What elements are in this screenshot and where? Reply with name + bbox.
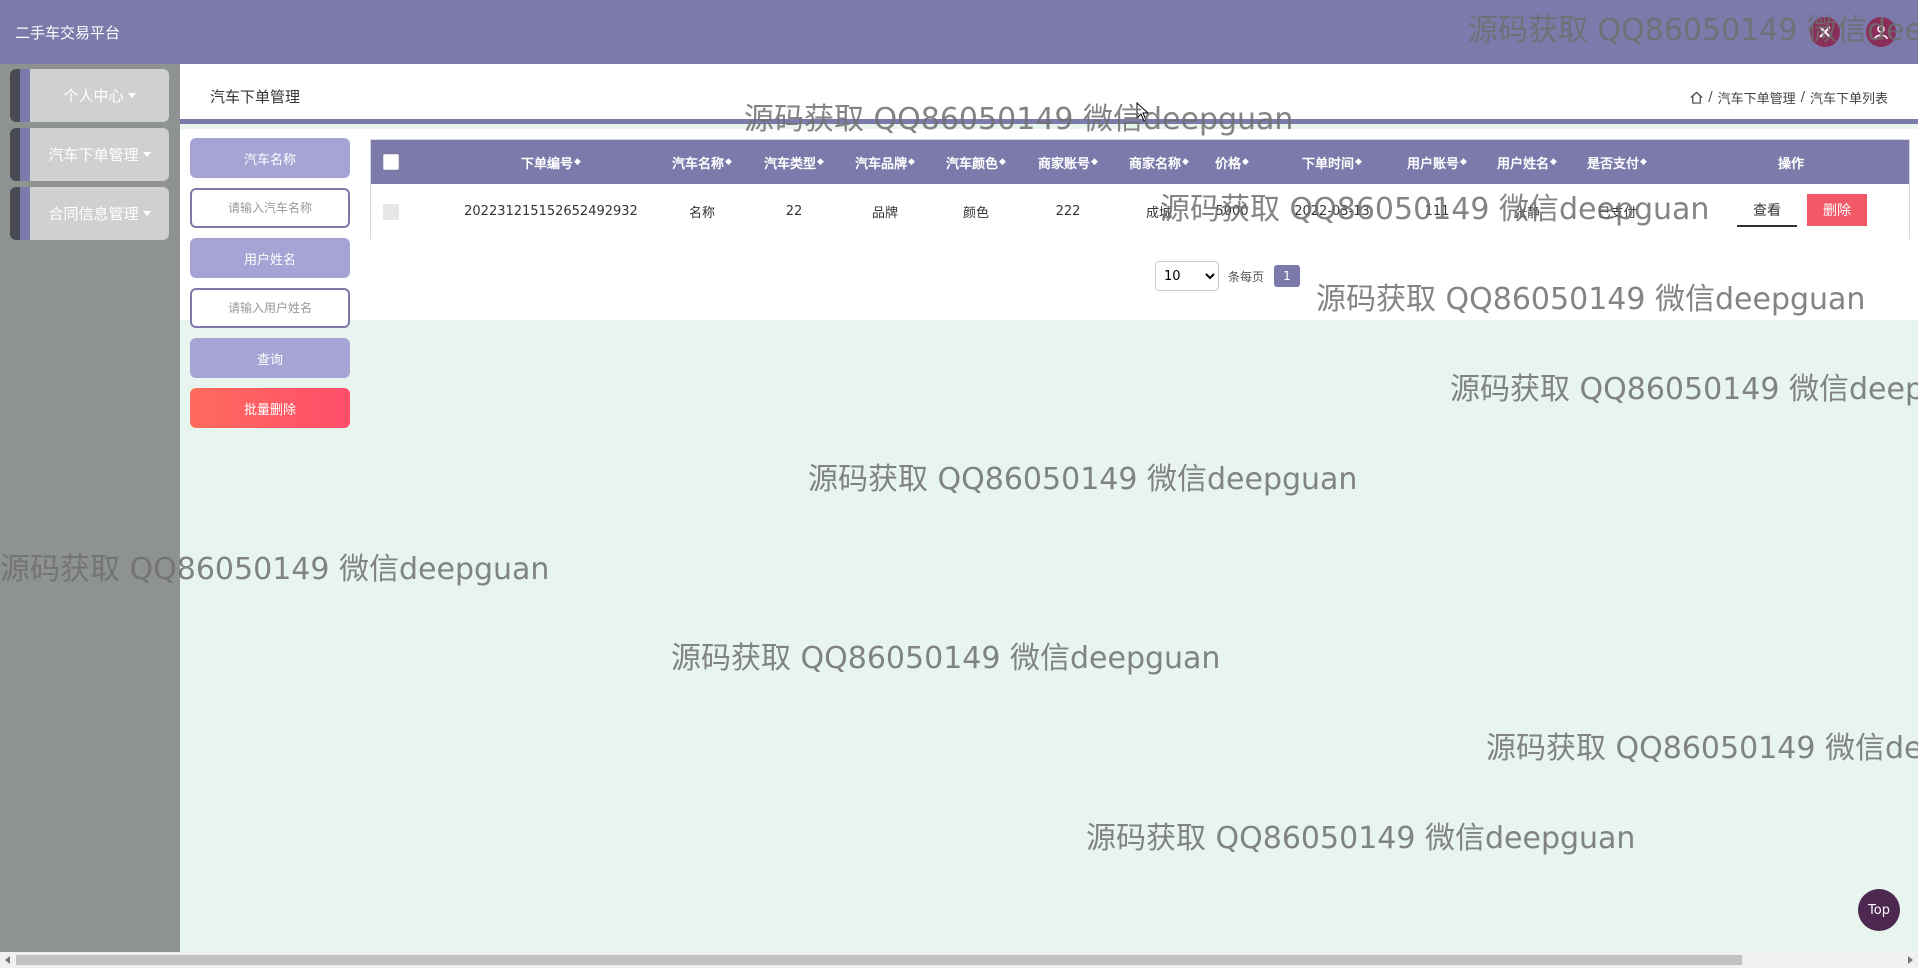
orders-table: 下单编号 ◆ 汽车名称 ◆ 汽车类型 ◆ 汽车品牌 ◆ 汽车颜色 ◆ 商家账号 ◆ 商家名称… [370, 139, 1910, 239]
column-header[interactable]: 价格 ◆ [1201, 140, 1263, 184]
sort-icon: ◆ [1355, 157, 1362, 167]
sort-icon: ◆ [1550, 157, 1557, 167]
fullscreen-exit-icon[interactable] [1810, 17, 1840, 47]
table-row: 20223121515265249293​2 名称 22 品牌 颜色 222 成… [371, 184, 1909, 239]
sidebar-item-car-orders[interactable]: 汽车下单管理 [10, 128, 169, 181]
caret-down-icon [142, 152, 151, 157]
cell-user-name: 张静 [1513, 206, 1540, 221]
column-header[interactable]: 商家账号 ◆ [1027, 140, 1109, 184]
column-header[interactable]: 汽车名称 ◆ [661, 140, 743, 184]
scrollbar-thumb[interactable] [16, 955, 1742, 965]
mouse-cursor-icon [1136, 102, 1150, 122]
sort-icon: ◆ [574, 157, 581, 167]
page-header: 汽车下单管理 / 汽车下单管理 / 汽车下单列表 [180, 64, 1918, 124]
column-header[interactable]: 是否支付 ◆ [1571, 140, 1663, 184]
watermark: 源码获取 QQ86050149 微信deepguan [808, 462, 1358, 497]
user-icon[interactable] [1866, 17, 1896, 47]
query-button[interactable]: 查询 [190, 338, 350, 378]
user-name-label: 用户姓名 [190, 238, 350, 278]
home-icon[interactable] [1690, 91, 1703, 104]
sort-icon: ◆ [1460, 157, 1467, 167]
row-checkbox[interactable] [383, 184, 399, 239]
column-header[interactable]: 下单时间 ◆ [1271, 140, 1393, 184]
watermark: 源码获取 QQ86050149 微信deepguan [1486, 731, 1918, 766]
cell-color: 颜色 [962, 206, 989, 221]
page-size-select[interactable]: 10 [1155, 261, 1219, 291]
caret-down-icon [142, 211, 151, 216]
column-header[interactable]: 用户账号 ◆ [1391, 140, 1483, 184]
sort-icon: ◆ [725, 157, 732, 167]
sort-icon: ◆ [908, 157, 915, 167]
column-header: 操作 [1777, 156, 1804, 172]
sidebar-item-label: 合同信息管理 [48, 205, 139, 223]
sidebar-item-personal-center[interactable]: 个人中心 [10, 69, 169, 122]
caret-down-icon [127, 93, 136, 98]
column-header[interactable]: 下单编号 ◆ [451, 140, 651, 184]
scroll-right-icon[interactable] [1908, 956, 1913, 964]
sort-icon: ◆ [1242, 157, 1249, 167]
page-title: 汽车下单管理 [210, 88, 301, 106]
column-header[interactable]: 汽车品牌 ◆ [844, 140, 926, 184]
page-number-button[interactable]: 1 [1274, 265, 1300, 287]
select-all-checkbox[interactable] [383, 140, 399, 184]
column-header[interactable]: 汽车颜色 ◆ [935, 140, 1017, 184]
column-header[interactable]: 汽车类型 ◆ [753, 140, 835, 184]
sort-icon: ◆ [1640, 157, 1647, 167]
car-name-label: 汽车名称 [190, 138, 350, 178]
sort-icon: ◆ [817, 157, 824, 167]
delete-button[interactable]: 删除 [1807, 194, 1867, 226]
cell-car-type: 22 [785, 204, 803, 219]
cell-car-name: 名称 [688, 206, 715, 221]
sort-icon: ◆ [1182, 157, 1189, 167]
top-navbar: 二手车交易平台 [0, 0, 1918, 64]
per-page-label: 条每页 [1228, 270, 1265, 284]
sidebar: 个人中心 汽车下单管理 合同信息管理 [0, 64, 180, 952]
cell-order-time: 2022-03-13 [1294, 204, 1370, 219]
cell-merchant-account: 222 [1055, 204, 1081, 219]
cell-paid: 已支付 [1597, 206, 1637, 221]
cell-order-no: 20223121515265249293​2 [464, 204, 638, 219]
breadcrumb: / 汽车下单管理 / 汽车下单列表 [1690, 88, 1888, 107]
watermark: 源码获取 QQ86050149 微信deepguan [1450, 372, 1918, 407]
column-header[interactable]: 用户姓名 ◆ [1481, 140, 1573, 184]
batch-delete-button[interactable]: 批量删除 [190, 388, 350, 428]
watermark: 源码获取 QQ86050149 微信deepguan [1086, 821, 1636, 856]
app-brand: 二手车交易平台 [15, 24, 121, 42]
breadcrumb-item: 汽车下单列表 [1809, 92, 1888, 107]
sidebar-item-label: 汽车下单管理 [48, 146, 139, 164]
sidebar-item-contracts[interactable]: 合同信息管理 [10, 187, 169, 240]
sort-icon: ◆ [999, 157, 1006, 167]
user-name-input[interactable] [190, 288, 350, 328]
cell-merchant-name: 成城 [1145, 206, 1172, 221]
cell-price: 5000 [1215, 204, 1249, 219]
watermark: 源码获取 QQ86050149 微信deepguan [671, 641, 1221, 676]
sort-icon: ◆ [1091, 157, 1098, 167]
breadcrumb-item[interactable]: 汽车下单管理 [1718, 88, 1796, 107]
back-to-top-button[interactable]: Top [1858, 889, 1900, 931]
sidebar-item-label: 个人中心 [63, 87, 124, 105]
cell-brand: 品牌 [871, 206, 898, 221]
view-button[interactable]: 查看 [1737, 195, 1797, 227]
car-name-input[interactable] [190, 188, 350, 228]
horizontal-scrollbar[interactable] [0, 952, 1918, 968]
table-header: 下单编号 ◆ 汽车名称 ◆ 汽车类型 ◆ 汽车品牌 ◆ 汽车颜色 ◆ 商家账号 ◆ 商家名称… [371, 140, 1909, 184]
column-header[interactable]: 商家名称 ◆ [1118, 140, 1200, 184]
scroll-left-icon[interactable] [5, 956, 10, 964]
cell-user-account: 111 [1424, 204, 1450, 219]
